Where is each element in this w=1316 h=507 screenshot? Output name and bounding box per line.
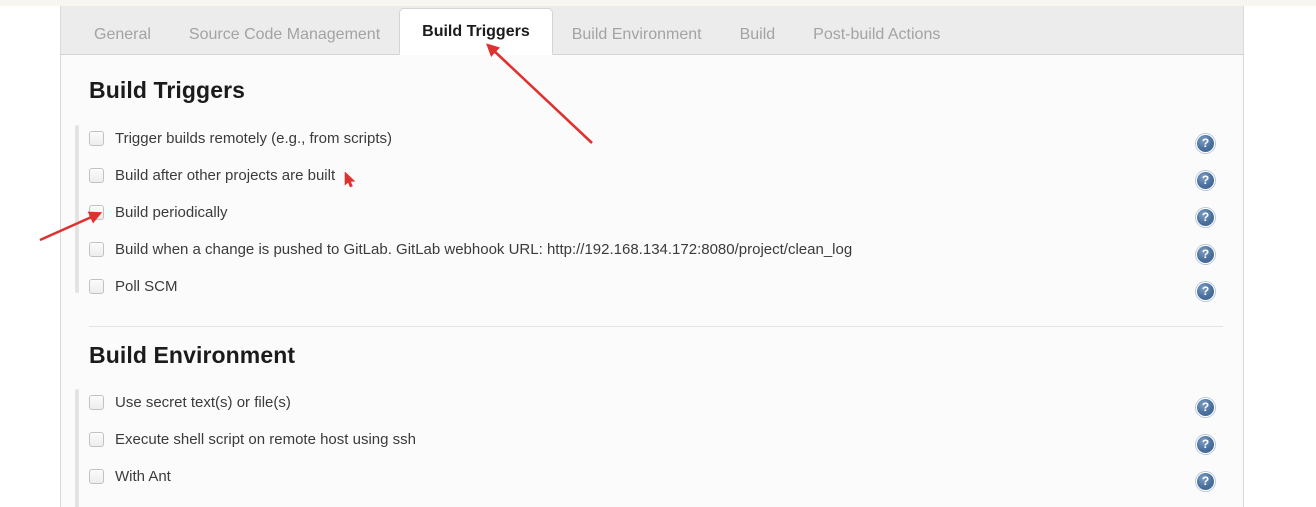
checkbox-execute-shell-script-ssh[interactable] xyxy=(89,431,104,447)
section-title-build-triggers: Build Triggers xyxy=(89,77,246,103)
checkbox-build-periodically[interactable] xyxy=(89,204,104,220)
option-row-trigger-builds-remotely[interactable]: Trigger builds remotely (e.g., from scri… xyxy=(89,125,392,151)
checkbox-with-ant[interactable] xyxy=(89,468,104,484)
left-gutter xyxy=(0,6,60,507)
right-gutter xyxy=(1244,6,1316,507)
tab-list: General Source Code Management Build Trigg… xyxy=(61,6,959,55)
option-row-use-secret-text-or-file[interactable]: Use secret text(s) or file(s) xyxy=(89,389,291,415)
option-label[interactable]: Use secret text(s) or file(s) xyxy=(115,394,291,411)
option-row-poll-scm[interactable]: Poll SCM xyxy=(89,273,178,299)
option-label[interactable]: Poll SCM xyxy=(115,278,178,295)
option-label[interactable]: Build after other projects are built xyxy=(115,167,335,184)
tab-general[interactable]: General xyxy=(75,14,170,54)
option-label[interactable]: Build periodically xyxy=(115,204,228,221)
option-row-execute-shell-script-ssh[interactable]: Execute shell script on remote host usin… xyxy=(89,426,416,452)
checkbox-poll-scm[interactable] xyxy=(89,278,104,294)
mouse-cursor-marker xyxy=(344,172,356,188)
option-group-rail xyxy=(75,125,79,293)
tab-build[interactable]: Build xyxy=(721,14,795,54)
option-label[interactable]: Build when a change is pushed to GitLab.… xyxy=(115,241,852,258)
section-divider xyxy=(89,326,1223,327)
option-row-build-after-other-projects[interactable]: Build after other projects are built xyxy=(89,162,335,188)
option-row-with-ant[interactable]: With Ant xyxy=(89,463,171,489)
tab-build-triggers[interactable]: Build Triggers xyxy=(399,8,553,55)
help-icon[interactable] xyxy=(1196,282,1215,301)
help-icon[interactable] xyxy=(1196,245,1215,264)
config-tab-bar: General Source Code Management Build Trigg… xyxy=(60,6,1244,55)
option-row-build-on-gitlab-push[interactable]: Build when a change is pushed to GitLab.… xyxy=(89,236,852,262)
help-icon[interactable] xyxy=(1196,208,1215,227)
tab-source-code-management[interactable]: Source Code Management xyxy=(170,14,399,54)
option-row-build-periodically[interactable]: Build periodically xyxy=(89,199,228,225)
option-group-rail xyxy=(75,389,79,507)
checkbox-build-after-other-projects[interactable] xyxy=(89,167,104,183)
checkbox-trigger-builds-remotely[interactable] xyxy=(89,130,104,146)
option-label[interactable]: With Ant xyxy=(115,468,171,485)
help-icon[interactable] xyxy=(1196,398,1215,417)
config-panel: Build Triggers Trigger builds remotely (… xyxy=(60,55,1244,507)
help-icon[interactable] xyxy=(1196,435,1215,454)
checkbox-use-secret-text-or-file[interactable] xyxy=(89,394,104,410)
tab-build-environment[interactable]: Build Environment xyxy=(553,14,721,54)
help-icon[interactable] xyxy=(1196,134,1215,153)
tab-post-build-actions[interactable]: Post-build Actions xyxy=(794,14,959,54)
help-icon[interactable] xyxy=(1196,472,1215,491)
checkbox-build-on-gitlab-push[interactable] xyxy=(89,241,104,257)
option-label[interactable]: Execute shell script on remote host usin… xyxy=(115,431,416,448)
jenkins-job-config-page: General Source Code Management Build Trigg… xyxy=(0,0,1316,507)
section-title-build-environment: Build Environment xyxy=(89,342,296,368)
help-icon[interactable] xyxy=(1196,171,1215,190)
option-label[interactable]: Trigger builds remotely (e.g., from scri… xyxy=(115,130,392,147)
